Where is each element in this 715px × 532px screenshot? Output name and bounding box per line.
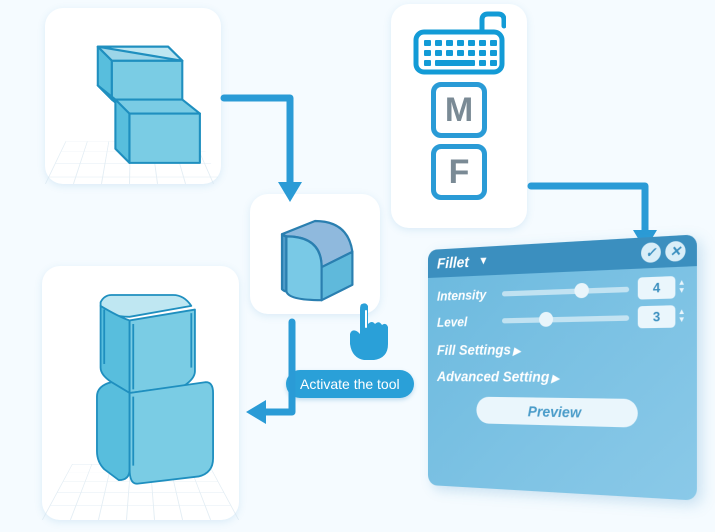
advanced-settings-label: Advanced Setting [437,368,549,385]
chevron-right-icon: ▶ [513,346,520,358]
confirm-icon[interactable]: ✓ [641,242,661,263]
intensity-label: Intensity [437,286,494,303]
activate-tool-label: Activate the tool [286,370,414,398]
spinner-icon[interactable]: ▲▼ [678,279,686,295]
arrow-tool-to-result [242,316,302,436]
close-icon[interactable]: ✕ [665,241,685,262]
preview-button[interactable]: Preview [476,397,637,428]
shortcut-key-m: M [431,82,487,138]
intensity-row: Intensity 4 ▲▼ [437,276,686,306]
result-object-card [42,266,239,520]
spinner-icon[interactable]: ▲▼ [678,308,686,324]
level-slider[interactable] [502,315,629,323]
fill-settings-label: Fill Settings [437,341,511,358]
level-row: Level 3 ▲▼ [437,305,686,332]
shortcut-key-f: F [431,144,487,200]
source-shape-icon [45,8,221,184]
fillet-settings-panel: Fillet ▼ ✓ ✕ Intensity 4 ▲▼ Level 3 ▲▼ F… [428,250,694,485]
chevron-down-icon: ▼ [478,255,488,268]
source-object-card [45,8,221,184]
level-label: Level [437,313,494,330]
keyboard-icon [397,10,521,76]
keyboard-shortcut-card: M F [391,4,527,228]
arrow-source-to-tool [218,92,316,222]
pointer-hand-icon [340,300,396,366]
intensity-value[interactable]: 4 [638,276,676,300]
slider-thumb[interactable] [539,311,553,326]
intensity-slider[interactable] [502,286,629,296]
advanced-settings-section[interactable]: Advanced Setting▶ [437,368,686,386]
fill-settings-section[interactable]: Fill Settings▶ [437,339,686,358]
level-value[interactable]: 3 [638,305,676,328]
panel-title: Fillet [437,253,469,272]
result-shape-icon [42,266,239,520]
slider-thumb[interactable] [574,282,588,298]
chevron-right-icon: ▶ [551,373,559,385]
